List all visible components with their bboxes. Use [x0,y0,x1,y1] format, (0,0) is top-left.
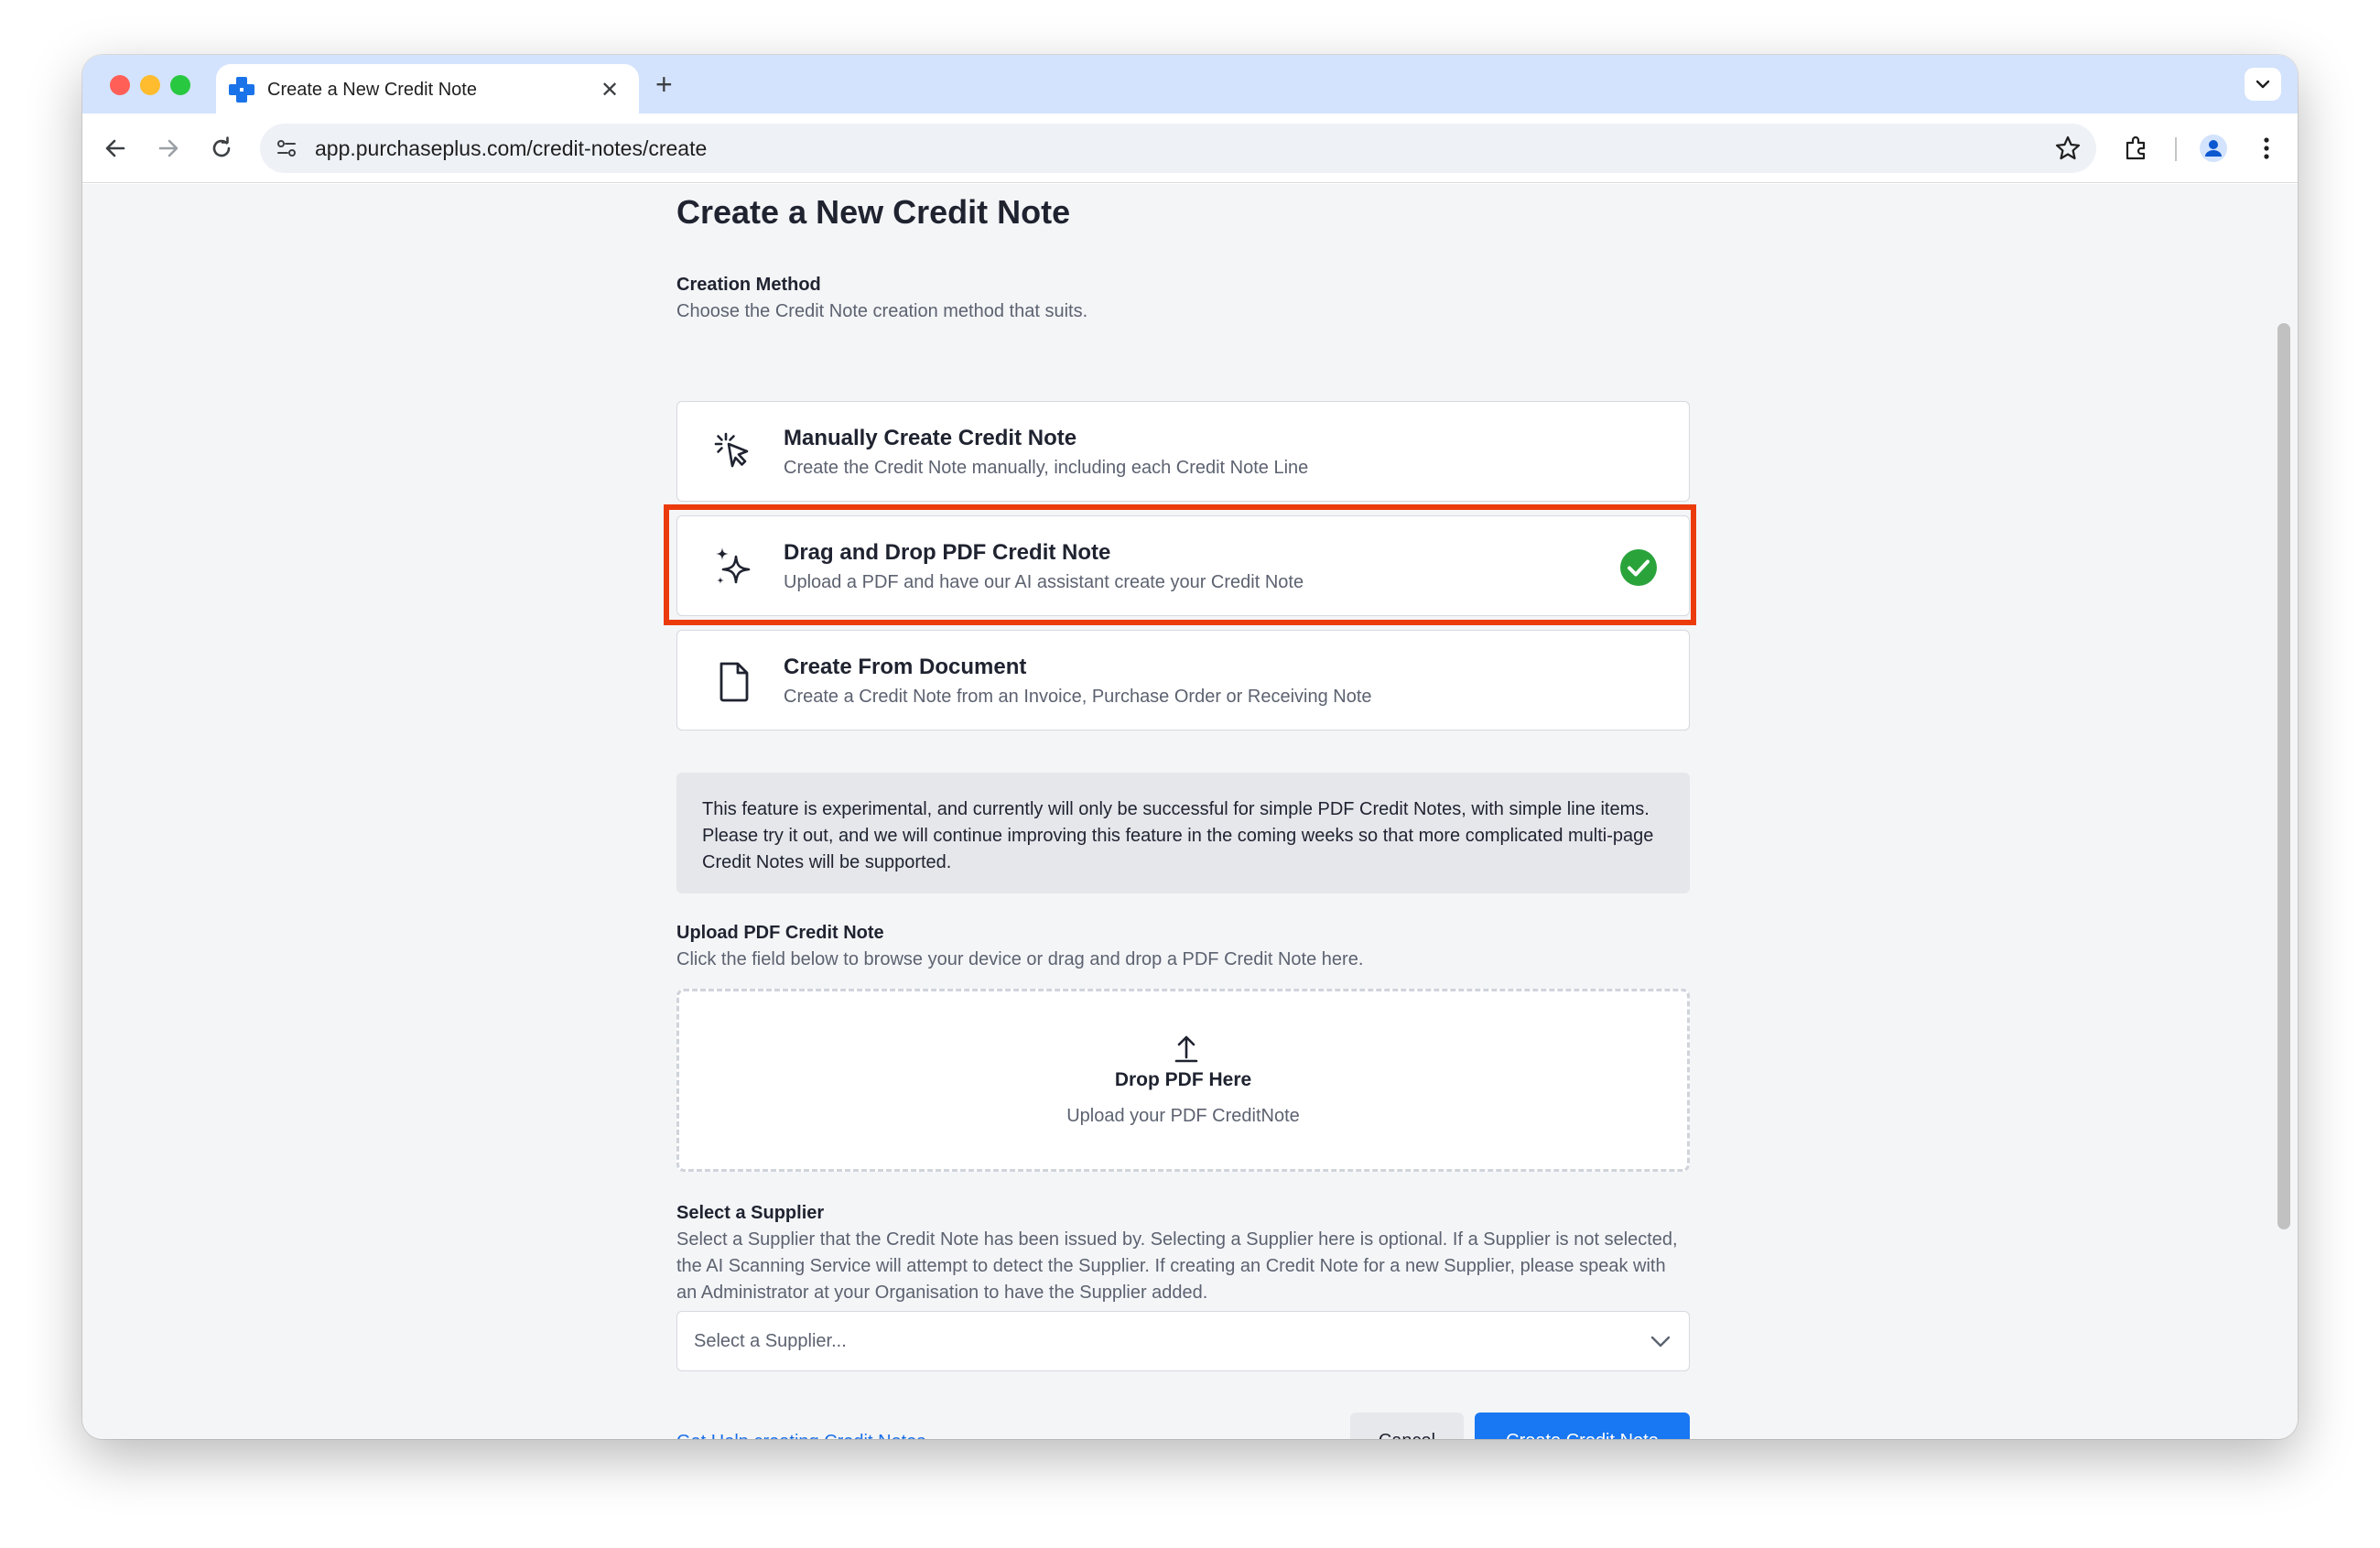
tab-strip: Create a New Credit Note ✕ + [82,55,2298,115]
page-content: Create a New Credit Note Creation Method… [82,184,2298,1439]
maximize-window-button[interactable] [170,75,190,95]
new-tab-button[interactable]: + [655,68,673,102]
site-settings-icon[interactable] [275,136,298,160]
supplier-help: Select a Supplier that the Credit Note h… [676,1229,1678,1303]
arrow-right-icon [158,139,178,157]
tab-close-icon[interactable]: ✕ [597,77,622,103]
upload-help: Click the field below to browse your dev… [676,949,1364,969]
minimize-window-button[interactable] [140,75,160,95]
upload-label: Upload PDF Credit Note [676,923,884,943]
option-drag-drop-pdf[interactable]: Drag and Drop PDF Credit Note Upload a P… [676,515,1690,616]
chevron-down-icon [1650,1336,1671,1348]
address-bar[interactable]: app.purchaseplus.com/credit-notes/create [260,124,2096,173]
option-description: Create a Credit Note from an Invoice, Pu… [784,687,1372,707]
reload-icon [212,136,231,157]
page-scrollbar[interactable] [2277,323,2290,1229]
sparkles-icon [716,547,751,584]
option-description: Upload a PDF and have our AI assistant c… [784,572,1304,592]
option-manual-create[interactable]: Manually Create Credit Note Create the C… [676,401,1690,502]
browser-toolbar: app.purchaseplus.com/credit-notes/create [82,114,2298,183]
option-title: Create From Document [784,655,1027,679]
tab-title: Create a New Credit Note [267,79,477,100]
more-vert-icon [2264,137,2269,159]
cancel-button[interactable]: Cancel [1350,1413,1464,1439]
back-button[interactable] [99,132,132,165]
puzzle-icon [2126,135,2146,160]
option-description: Create the Credit Note manually, includi… [784,458,1309,478]
option-title: Manually Create Credit Note [784,426,1077,450]
reload-button[interactable] [205,132,238,165]
extensions-button[interactable] [2120,132,2153,165]
browser-window: Create a New Credit Note ✕ + app.purchas… [82,55,2298,1439]
arrow-left-icon [105,139,125,157]
supplier-select[interactable]: Select a Supplier... [676,1311,1690,1371]
pdf-dropzone[interactable]: Drop PDF Here Upload your PDF CreditNote [676,989,1690,1172]
upload-icon [1174,1035,1198,1063]
page-title: Create a New Credit Note [676,193,1071,231]
experimental-notice: This feature is experimental, and curren… [676,773,1690,893]
document-icon [719,662,749,702]
help-link[interactable]: Get Help creating Credit Notes [676,1432,925,1439]
cursor-click-icon [714,432,749,468]
browser-tab-active[interactable]: Create a New Credit Note ✕ [216,64,639,115]
chevron-down-icon [2256,80,2270,89]
check-circle-icon [1620,549,1657,586]
tab-search-button[interactable] [2245,68,2281,101]
creation-method-help: Choose the Credit Note creation method t… [676,301,1088,321]
dropzone-title: Drop PDF Here [1114,1069,1252,1090]
option-title: Drag and Drop PDF Credit Note [784,540,1111,565]
browser-menu-button[interactable] [2250,132,2283,165]
profile-button[interactable] [2197,132,2230,165]
close-window-button[interactable] [110,75,130,95]
dropzone-subtitle: Upload your PDF CreditNote [1066,1106,1300,1126]
url-text[interactable]: app.purchaseplus.com/credit-notes/create [315,136,2054,161]
avatar-icon [2200,135,2227,162]
creation-method-label: Creation Method [676,275,821,295]
toolbar-divider [2175,137,2177,161]
create-credit-note-button[interactable]: Create Credit Note [1475,1413,1690,1439]
bookmark-star-icon[interactable] [2054,135,2082,162]
supplier-select-placeholder: Select a Supplier... [694,1330,847,1351]
supplier-label: Select a Supplier [676,1203,825,1223]
purchaseplus-favicon-icon [229,77,254,103]
option-create-from-document[interactable]: Create From Document Create a Credit Not… [676,630,1690,731]
forward-button[interactable] [152,132,185,165]
